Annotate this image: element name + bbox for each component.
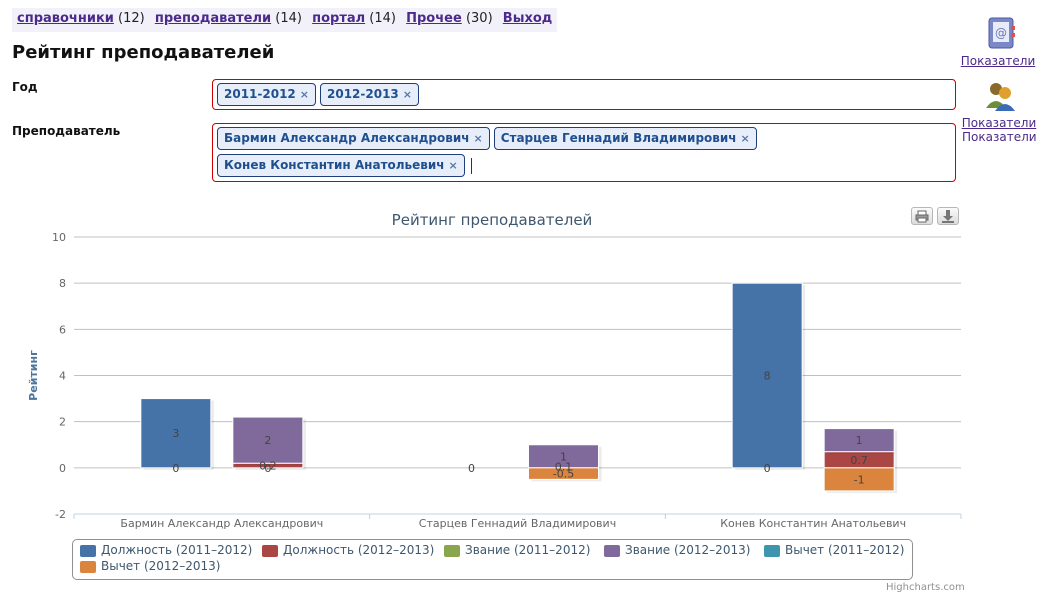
- legend-item[interactable]: Должность (2011–2012): [101, 543, 252, 557]
- teacher-tag: Старцев Геннадий Владимирович ×: [493, 127, 757, 150]
- legend-swatch: [262, 545, 278, 557]
- x-tick-label: Старцев Геннадий Владимирович: [419, 517, 616, 530]
- teacher-select[interactable]: Бармин Александр Александрович × Старцев Г…: [212, 123, 956, 182]
- legend-item[interactable]: Вычет (2011–2012): [785, 543, 904, 557]
- page-title: Рейтинг преподавателей: [12, 42, 275, 63]
- teacher-label: Преподаватель: [12, 124, 121, 138]
- remove-tag-icon[interactable]: ×: [300, 88, 309, 101]
- data-label: 0: [764, 462, 771, 475]
- remove-tag-icon[interactable]: ×: [403, 88, 412, 101]
- teacher-tag: Конев Константин Анатольевич ×: [217, 154, 465, 177]
- data-label: 0.7: [850, 454, 868, 467]
- text-cursor: [470, 157, 472, 174]
- data-label: 0: [172, 462, 179, 475]
- y-tick-label: 8: [59, 277, 66, 290]
- data-label: 2: [264, 434, 271, 447]
- teacher-tag-label: Старцев Геннадий Владимирович: [500, 131, 737, 145]
- legend-item[interactable]: Звание (2012–2013): [625, 543, 750, 557]
- data-label: 3: [172, 427, 179, 440]
- svg-text:@: @: [995, 26, 1007, 40]
- nav-count-other: (30): [465, 11, 493, 26]
- data-label: 0: [468, 462, 475, 475]
- legend-swatch: [444, 545, 460, 557]
- year-tag-label: 2012-2013: [327, 87, 399, 101]
- data-label: 1: [856, 434, 863, 447]
- nav-link-teachers[interactable]: преподаватели: [155, 11, 271, 26]
- teacher-indicators-link[interactable]: Показатели Показатели преподавател: [960, 116, 1038, 144]
- teacher-tag-label: Бармин Александр Александрович: [224, 131, 470, 145]
- teacher-indicators-line2: Показатели преподавател: [962, 130, 1038, 144]
- data-label: 8: [764, 370, 771, 383]
- y-tick-label: -2: [55, 508, 66, 521]
- x-tick-label: Конев Константин Анатольевич: [720, 517, 906, 530]
- nav-link-directories[interactable]: справочники: [17, 11, 114, 26]
- nav-count-directories: (12): [118, 11, 145, 26]
- remove-tag-icon[interactable]: ×: [449, 159, 458, 172]
- nav-link-portal[interactable]: портал: [312, 11, 365, 26]
- chart-title: Рейтинг преподавателей: [392, 211, 593, 229]
- y-tick-label: 10: [52, 231, 66, 244]
- legend-item[interactable]: Звание (2011–2012): [465, 543, 590, 557]
- y-tick-label: 6: [59, 323, 66, 336]
- year-label: Год: [12, 80, 38, 94]
- remove-tag-icon[interactable]: ×: [473, 132, 482, 145]
- chart-credits[interactable]: Highcharts.com: [886, 582, 965, 593]
- nav-link-other[interactable]: Прочее: [406, 11, 462, 26]
- y-axis-title: Рейтинг: [27, 350, 40, 401]
- remove-tag-icon[interactable]: ×: [741, 132, 750, 145]
- nav-count-teachers: (14): [275, 11, 302, 26]
- data-label: -1: [854, 473, 865, 486]
- users-icon[interactable]: [984, 80, 1018, 112]
- year-tag: 2011-2012 ×: [217, 83, 316, 106]
- data-label: 0.2: [259, 460, 277, 473]
- y-tick-label: 0: [59, 462, 66, 475]
- year-tag: 2012-2013 ×: [320, 83, 419, 106]
- data-label: -0.5: [553, 468, 574, 481]
- legend-swatch: [80, 561, 96, 573]
- x-tick-label: Бармин Александр Александрович: [120, 517, 323, 530]
- y-tick-label: 2: [59, 416, 66, 429]
- y-tick-label: 4: [59, 370, 66, 383]
- teacher-tag: Бармин Александр Александрович ×: [217, 127, 490, 150]
- legend-item[interactable]: Должность (2012–2013): [283, 543, 434, 557]
- year-tag-label: 2011-2012: [224, 87, 296, 101]
- legend-item[interactable]: Вычет (2012–2013): [101, 559, 220, 573]
- indicators-link[interactable]: Показатели: [960, 54, 1036, 68]
- nav-count-portal: (14): [369, 11, 396, 26]
- legend-swatch: [80, 545, 96, 557]
- nav-link-logout[interactable]: Выход: [503, 11, 552, 26]
- top-nav: справочники (12) преподаватели (14) порт…: [12, 8, 558, 32]
- year-select[interactable]: 2011-2012 × 2012-2013 ×: [212, 79, 956, 110]
- rating-chart: Рейтинг преподавателей-20246810РейтингБа…: [27, 211, 962, 530]
- teacher-tag-label: Конев Константин Анатольевич: [224, 158, 445, 172]
- legend-swatch: [764, 545, 780, 557]
- legend-swatch: [604, 545, 620, 557]
- teacher-indicators-line1: Показатели: [961, 116, 1037, 130]
- address-book-icon[interactable]: @: [984, 16, 1018, 52]
